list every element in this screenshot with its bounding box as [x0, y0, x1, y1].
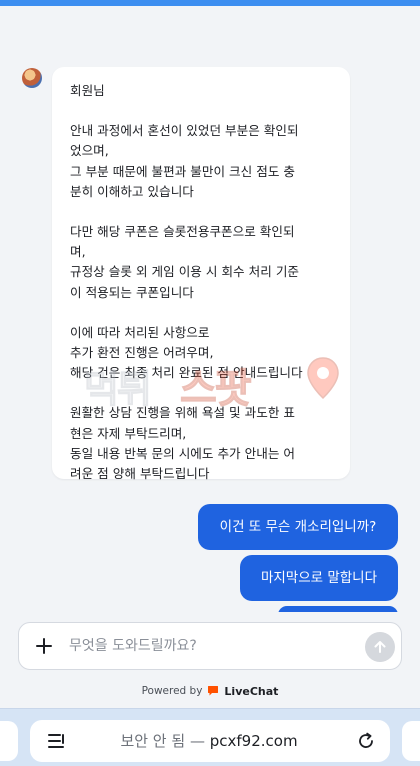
arrow-up-icon	[374, 641, 386, 653]
message-line: 원활한 상담 진행을 위해 욕설 및 과도한 표	[70, 405, 295, 421]
powered-by-prefix: Powered by	[141, 685, 203, 697]
message-line: 해당 건은 최종 처리 완료된 점 안내드립니다	[70, 365, 303, 381]
page-menu-icon[interactable]	[46, 732, 66, 750]
message-line: 다만 해당 쿠폰은 슬롯전용쿠폰으로 확인되	[70, 224, 295, 240]
agent-avatar	[22, 68, 42, 88]
user-message-bubble: 마지막으로 말합니다	[240, 555, 398, 601]
message-paragraph: 다만 해당 쿠폰은 슬롯전용쿠폰으로 확인되며, 규정상 슬롯 외 게임 이용 시…	[70, 222, 336, 303]
message-composer	[18, 622, 402, 670]
message-line: 규정상 슬롯 외 게임 이용 시 회수 처리 기준	[70, 264, 299, 280]
livechat-brand[interactable]: LiveChat	[224, 685, 278, 698]
user-message-bubble: 이건 또 무슨 개소리입니까?	[198, 504, 398, 550]
message-line: 회원님	[70, 83, 105, 98]
message-paragraph: 원활한 상담 진행을 위해 욕설 및 과도한 표현은 자제 부탁드리며, 동일 내…	[70, 403, 336, 484]
message-paragraph: 안내 과정에서 혼선이 있었던 부분은 확인되었으며, 그 부분 때문에 불편과 …	[70, 121, 336, 202]
message-paragraph: 이에 따라 처리된 사항으로추가 환전 진행은 어려우며, 해당 건은 최종 처리…	[70, 323, 336, 384]
livechat-logo-icon	[208, 686, 219, 696]
message-line: 그 부분 때문에 불편과 불만이 크신 점도 충	[70, 163, 295, 179]
message-line: 려운 점 양해 부탁드립니다	[70, 466, 210, 482]
top-accent-bar	[0, 0, 420, 6]
not-secure-label: 보안 안 됨 —	[120, 732, 205, 750]
plus-icon	[36, 638, 52, 654]
address-bar[interactable]: 보안 안 됨 — pcxf92.com	[30, 720, 390, 762]
browser-toolbar: 보안 안 됨 — pcxf92.com	[0, 708, 420, 766]
next-tab-preview[interactable]	[402, 721, 420, 761]
message-line: 이에 따라 처리된 사항으로	[70, 324, 210, 340]
message-line: 현은 자제 부탁드리며,	[70, 425, 187, 441]
message-line: 분히 이해하고 있습니다	[70, 183, 194, 199]
message-line: 이 적용되는 쿠폰입니다	[70, 284, 194, 300]
powered-by-footer: Powered by LiveChat	[0, 683, 420, 699]
message-line: 었으며,	[70, 143, 109, 159]
message-line: 안내 과정에서 혼선이 있었던 부분은 확인되	[70, 123, 299, 139]
send-button[interactable]	[365, 632, 395, 662]
url-display[interactable]: 보안 안 됨 — pcxf92.com	[74, 720, 344, 762]
agent-message-bubble: 회원님안내 과정에서 혼선이 있었던 부분은 확인되었으며, 그 부분 때문에 불…	[52, 67, 350, 481]
add-attachment-button[interactable]	[31, 633, 57, 659]
message-line: 동일 내용 반복 문의 시에도 추가 안내는 어	[70, 445, 295, 461]
reload-icon[interactable]	[356, 731, 376, 751]
message-paragraph: 회원님	[70, 81, 336, 101]
message-input[interactable]	[69, 633, 349, 659]
previous-tab-preview[interactable]	[0, 721, 18, 761]
message-line: 추가 환전 진행은 어려우며,	[70, 345, 214, 361]
url-domain: pcxf92.com	[209, 732, 298, 750]
message-line: 며,	[70, 244, 86, 260]
